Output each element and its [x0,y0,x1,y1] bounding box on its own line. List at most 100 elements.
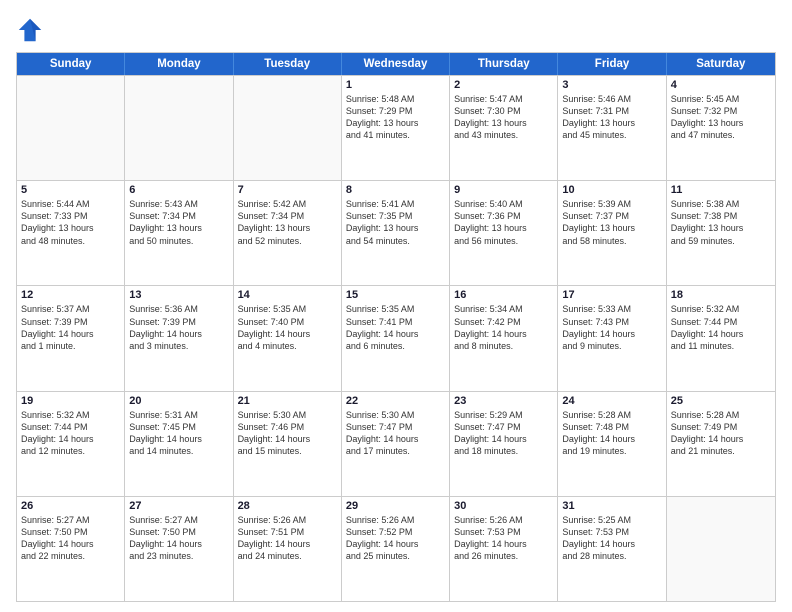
week-row-4: 26 Sunrise: 5:27 AM Sunset: 7:50 PM Dayli… [17,496,775,601]
day-number: 3 [562,79,661,91]
day-info: Sunrise: 5:39 AM Sunset: 7:37 PM Dayligh… [562,198,661,247]
empty-cell [125,76,233,180]
header-day-saturday: Saturday [667,53,775,75]
day-number: 8 [346,184,445,196]
day-info: Sunrise: 5:41 AM Sunset: 7:35 PM Dayligh… [346,198,445,247]
day-number: 26 [21,500,120,512]
day-number: 20 [129,395,228,407]
day-info: Sunrise: 5:37 AM Sunset: 7:39 PM Dayligh… [21,303,120,352]
day-info: Sunrise: 5:28 AM Sunset: 7:49 PM Dayligh… [671,409,771,458]
day-number: 12 [21,289,120,301]
day-number: 24 [562,395,661,407]
day-number: 11 [671,184,771,196]
day-cell-26: 26 Sunrise: 5:27 AM Sunset: 7:50 PM Dayli… [17,497,125,601]
day-info: Sunrise: 5:28 AM Sunset: 7:48 PM Dayligh… [562,409,661,458]
day-number: 14 [238,289,337,301]
header [16,16,776,44]
day-cell-10: 10 Sunrise: 5:39 AM Sunset: 7:37 PM Dayli… [558,181,666,285]
week-row-1: 5 Sunrise: 5:44 AM Sunset: 7:33 PM Daylig… [17,180,775,285]
day-cell-18: 18 Sunrise: 5:32 AM Sunset: 7:44 PM Dayli… [667,286,775,390]
day-cell-24: 24 Sunrise: 5:28 AM Sunset: 7:48 PM Dayli… [558,392,666,496]
day-number: 28 [238,500,337,512]
day-cell-25: 25 Sunrise: 5:28 AM Sunset: 7:49 PM Dayli… [667,392,775,496]
day-cell-20: 20 Sunrise: 5:31 AM Sunset: 7:45 PM Dayli… [125,392,233,496]
day-number: 5 [21,184,120,196]
logo-icon [16,16,44,44]
day-number: 29 [346,500,445,512]
day-info: Sunrise: 5:27 AM Sunset: 7:50 PM Dayligh… [21,514,120,563]
day-cell-21: 21 Sunrise: 5:30 AM Sunset: 7:46 PM Dayli… [234,392,342,496]
header-day-monday: Monday [125,53,233,75]
day-info: Sunrise: 5:38 AM Sunset: 7:38 PM Dayligh… [671,198,771,247]
day-cell-4: 4Sunrise: 5:45 AM Sunset: 7:32 PM Daylig… [667,76,775,180]
day-number: 17 [562,289,661,301]
day-cell-28: 28 Sunrise: 5:26 AM Sunset: 7:51 PM Dayli… [234,497,342,601]
day-number: 1 [346,79,445,91]
empty-cell [667,497,775,601]
page: SundayMondayTuesdayWednesdayThursdayFrid… [0,0,792,612]
logo [16,16,48,44]
day-info: Sunrise: 5:27 AM Sunset: 7:50 PM Dayligh… [129,514,228,563]
day-cell-2: 2 Sunrise: 5:47 AM Sunset: 7:30 PM Daylig… [450,76,558,180]
day-info: Sunrise: 5:33 AM Sunset: 7:43 PM Dayligh… [562,303,661,352]
day-info: Sunrise: 5:30 AM Sunset: 7:47 PM Dayligh… [346,409,445,458]
calendar: SundayMondayTuesdayWednesdayThursdayFrid… [16,52,776,602]
header-day-sunday: Sunday [17,53,125,75]
day-cell-27: 27 Sunrise: 5:27 AM Sunset: 7:50 PM Dayli… [125,497,233,601]
day-number: 18 [671,289,771,301]
empty-cell [234,76,342,180]
day-info: Sunrise: 5:32 AM Sunset: 7:44 PM Dayligh… [671,303,771,352]
day-info: Sunrise: 5:34 AM Sunset: 7:42 PM Dayligh… [454,303,553,352]
day-info: Sunrise: 5:29 AM Sunset: 7:47 PM Dayligh… [454,409,553,458]
day-cell-3: 3 Sunrise: 5:46 AM Sunset: 7:31 PM Daylig… [558,76,666,180]
day-number: 16 [454,289,553,301]
day-cell-29: 29 Sunrise: 5:26 AM Sunset: 7:52 PM Dayli… [342,497,450,601]
empty-cell [17,76,125,180]
day-cell-6: 6Sunrise: 5:43 AM Sunset: 7:34 PM Daylig… [125,181,233,285]
day-number: 19 [21,395,120,407]
day-number: 15 [346,289,445,301]
day-info: Sunrise: 5:25 AM Sunset: 7:53 PM Dayligh… [562,514,661,563]
day-number: 21 [238,395,337,407]
day-info: Sunrise: 5:48 AM Sunset: 7:29 PM Dayligh… [346,93,445,142]
week-row-0: 1 Sunrise: 5:48 AM Sunset: 7:29 PM Daylig… [17,75,775,180]
day-cell-7: 7Sunrise: 5:42 AM Sunset: 7:34 PM Daylig… [234,181,342,285]
day-info: Sunrise: 5:26 AM Sunset: 7:52 PM Dayligh… [346,514,445,563]
day-number: 22 [346,395,445,407]
day-info: Sunrise: 5:26 AM Sunset: 7:51 PM Dayligh… [238,514,337,563]
header-day-wednesday: Wednesday [342,53,450,75]
day-info: Sunrise: 5:42 AM Sunset: 7:34 PM Dayligh… [238,198,337,247]
header-day-tuesday: Tuesday [234,53,342,75]
day-info: Sunrise: 5:47 AM Sunset: 7:30 PM Dayligh… [454,93,553,142]
day-cell-15: 15Sunrise: 5:35 AM Sunset: 7:41 PM Dayli… [342,286,450,390]
day-number: 10 [562,184,661,196]
day-cell-5: 5 Sunrise: 5:44 AM Sunset: 7:33 PM Daylig… [17,181,125,285]
day-number: 6 [129,184,228,196]
day-cell-31: 31Sunrise: 5:25 AM Sunset: 7:53 PM Dayli… [558,497,666,601]
day-cell-1: 1 Sunrise: 5:48 AM Sunset: 7:29 PM Daylig… [342,76,450,180]
day-number: 4 [671,79,771,91]
day-info: Sunrise: 5:35 AM Sunset: 7:40 PM Dayligh… [238,303,337,352]
week-row-3: 19Sunrise: 5:32 AM Sunset: 7:44 PM Dayli… [17,391,775,496]
day-cell-9: 9Sunrise: 5:40 AM Sunset: 7:36 PM Daylig… [450,181,558,285]
header-day-friday: Friday [558,53,666,75]
day-info: Sunrise: 5:46 AM Sunset: 7:31 PM Dayligh… [562,93,661,142]
calendar-header: SundayMondayTuesdayWednesdayThursdayFrid… [17,53,775,75]
day-number: 2 [454,79,553,91]
day-cell-30: 30 Sunrise: 5:26 AM Sunset: 7:53 PM Dayli… [450,497,558,601]
day-cell-22: 22 Sunrise: 5:30 AM Sunset: 7:47 PM Dayli… [342,392,450,496]
day-cell-16: 16 Sunrise: 5:34 AM Sunset: 7:42 PM Dayli… [450,286,558,390]
day-info: Sunrise: 5:36 AM Sunset: 7:39 PM Dayligh… [129,303,228,352]
day-number: 13 [129,289,228,301]
calendar-body: 1 Sunrise: 5:48 AM Sunset: 7:29 PM Daylig… [17,75,775,601]
day-cell-14: 14 Sunrise: 5:35 AM Sunset: 7:40 PM Dayli… [234,286,342,390]
day-number: 25 [671,395,771,407]
day-info: Sunrise: 5:26 AM Sunset: 7:53 PM Dayligh… [454,514,553,563]
day-info: Sunrise: 5:30 AM Sunset: 7:46 PM Dayligh… [238,409,337,458]
header-day-thursday: Thursday [450,53,558,75]
day-number: 30 [454,500,553,512]
day-info: Sunrise: 5:44 AM Sunset: 7:33 PM Dayligh… [21,198,120,247]
day-info: Sunrise: 5:31 AM Sunset: 7:45 PM Dayligh… [129,409,228,458]
week-row-2: 12 Sunrise: 5:37 AM Sunset: 7:39 PM Dayli… [17,285,775,390]
day-number: 27 [129,500,228,512]
